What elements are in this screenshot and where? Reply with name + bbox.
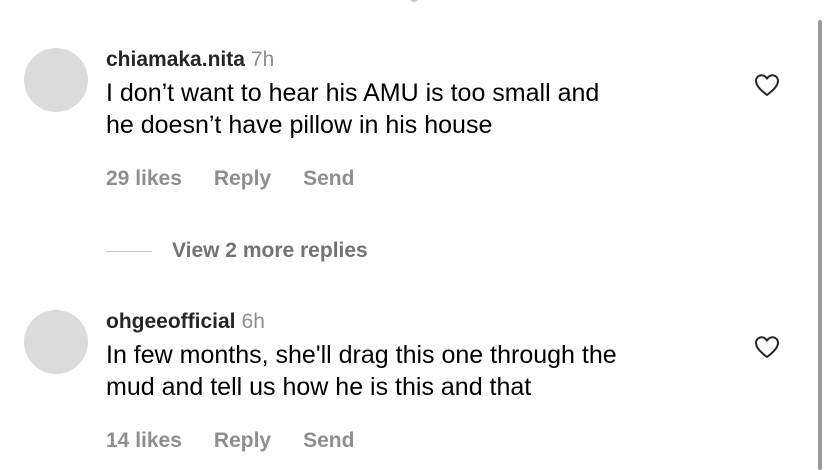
username[interactable]: chiamaka.nita (106, 48, 245, 71)
comment-text: In few months, she'll drag this one thro… (106, 339, 726, 403)
comment-actions: 29 likes Reply Send (106, 166, 386, 192)
send-button[interactable]: Send (303, 167, 354, 190)
reply-button[interactable]: Reply (214, 429, 271, 452)
timestamp: 6h (241, 310, 265, 333)
timestamp: 7h (250, 48, 275, 71)
comment-header: ohgeeofficial 6h (106, 309, 726, 335)
avatar[interactable] (24, 310, 88, 374)
view-more-replies-button[interactable]: View 2 more replies (106, 236, 368, 266)
avatar[interactable] (24, 48, 88, 112)
comment-actions: 14 likes Reply Send (106, 428, 386, 454)
likes-count[interactable]: 29 likes (106, 167, 182, 190)
heart-icon[interactable] (754, 335, 780, 359)
comment-text: I don’t want to hear his AMU is too smal… (106, 77, 726, 141)
divider-line (106, 250, 152, 252)
previous-item-fragment (410, 0, 418, 2)
comment-text-line: he doesn’t have pillow in his house (106, 111, 493, 139)
scrollbar[interactable] (818, 20, 822, 470)
view-more-replies-label: View 2 more replies (172, 239, 368, 262)
comment-header: chiamaka.nita 7h (106, 47, 726, 73)
send-button[interactable]: Send (303, 429, 354, 452)
heart-icon[interactable] (754, 73, 780, 97)
comment-text-line: I don’t want to hear his AMU is too smal… (106, 79, 600, 107)
username[interactable]: ohgeeofficial (106, 310, 236, 333)
comment-body: ohgeeofficial 6h In few months, she'll dr… (106, 309, 726, 403)
likes-count[interactable]: 14 likes (106, 429, 182, 452)
comment-text-line: mud and tell us how he is this and that (106, 373, 532, 401)
comment-text-line: In few months, she'll drag this one thro… (106, 341, 617, 369)
comment-body: chiamaka.nita 7h I don’t want to hear his… (106, 47, 726, 141)
reply-button[interactable]: Reply (214, 167, 271, 190)
